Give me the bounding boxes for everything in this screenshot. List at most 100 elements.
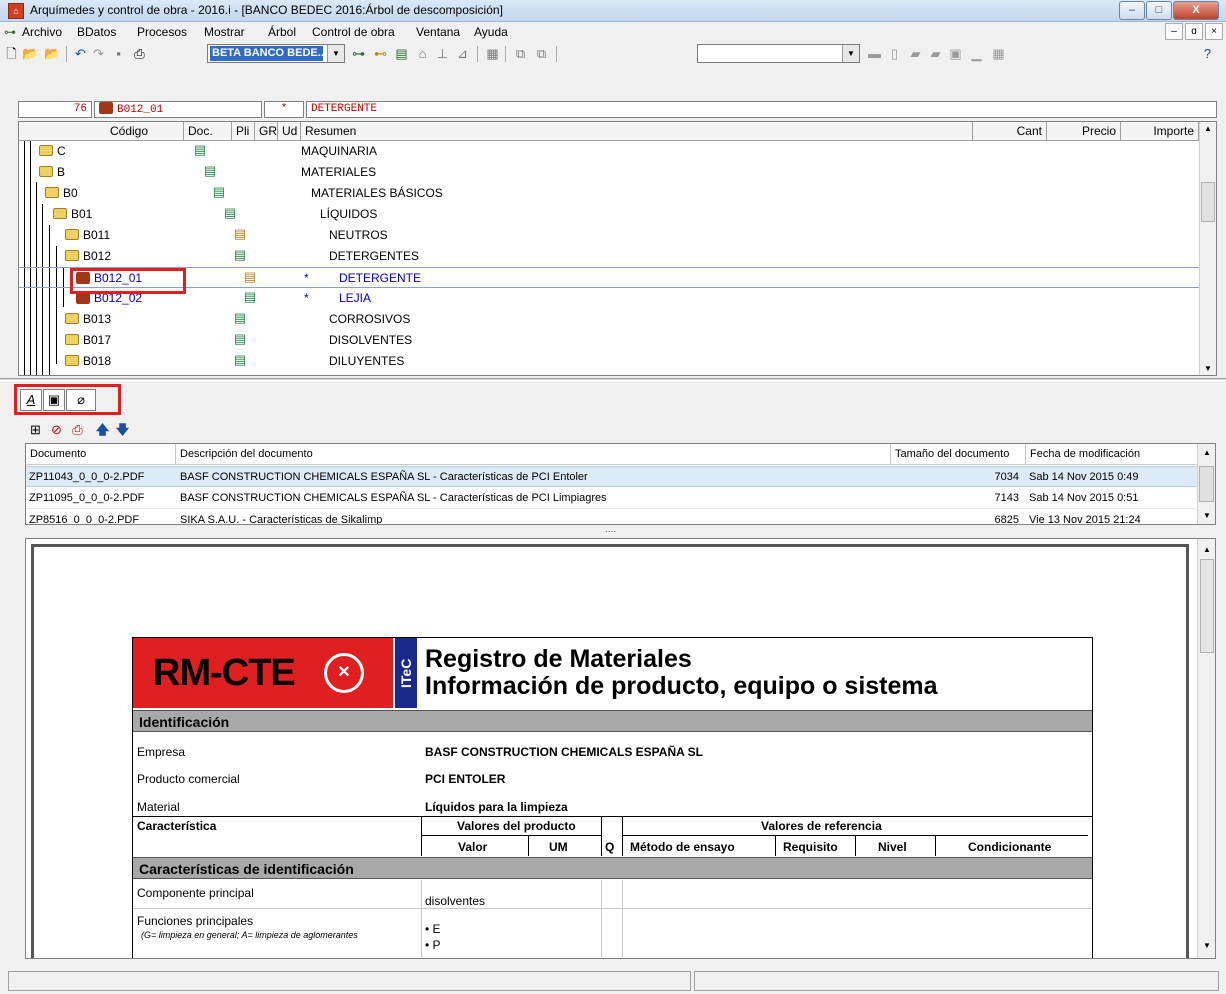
col-documento[interactable]: Documento bbox=[26, 444, 176, 465]
col-resumen[interactable]: Resumen bbox=[301, 122, 973, 141]
tree-row[interactable]: B018 ▤ DILUYENTES bbox=[19, 351, 1199, 372]
document-icon[interactable]: ▤ bbox=[232, 226, 248, 242]
tree-row[interactable]: B017 ▤ DISOLVENTES bbox=[19, 330, 1199, 351]
scroll-thumb[interactable] bbox=[1201, 182, 1215, 222]
document-icon[interactable]: ▤ bbox=[232, 352, 248, 368]
scroll-down-icon[interactable]: ▼ bbox=[1203, 941, 1211, 950]
summary-field[interactable]: DETERGENTE bbox=[306, 101, 1217, 118]
chevron-down-icon[interactable]: ▼ bbox=[842, 45, 859, 62]
splitter-grip[interactable]: .... bbox=[605, 524, 616, 535]
scroll-up-icon[interactable]: ▲ bbox=[1204, 124, 1212, 133]
col-ud[interactable]: Ud bbox=[278, 122, 301, 141]
document-icon[interactable]: ▤ bbox=[211, 184, 227, 200]
menu-ayuda[interactable]: Ayuda bbox=[474, 25, 508, 39]
viewer-scrollbar[interactable]: ▲ ▼ bbox=[1197, 539, 1215, 958]
menu-procesos[interactable]: Procesos bbox=[137, 25, 187, 39]
col-precio[interactable]: Precio bbox=[1047, 122, 1121, 141]
tree-row[interactable]: B013 ▤ CORROSIVOS bbox=[19, 309, 1199, 330]
measure-icon[interactable]: ▬ bbox=[866, 45, 883, 62]
mdi-minimize-button[interactable]: – bbox=[1165, 23, 1183, 40]
tree-move-icon[interactable]: ⊿ bbox=[454, 45, 471, 62]
delete-document-icon[interactable]: ⊘ bbox=[48, 421, 65, 438]
menu-archivo[interactable]: Archivo bbox=[22, 25, 62, 39]
tree-doc-icon[interactable]: ▤ bbox=[393, 45, 410, 62]
col-descripcion[interactable]: Descripción del documento bbox=[176, 444, 891, 465]
document-row[interactable]: ZP11095_0_0_0-2.PDF BASF CONSTRUCTION CH… bbox=[26, 488, 1198, 509]
maximize-button[interactable]: □ bbox=[1146, 1, 1172, 20]
redo-icon[interactable]: ↷ bbox=[90, 45, 107, 62]
col-importe[interactable]: Importe bbox=[1121, 122, 1199, 141]
scroll-thumb[interactable] bbox=[1200, 559, 1214, 653]
menu-arbol[interactable]: Árbol bbox=[268, 25, 296, 39]
help-icon[interactable]: ? bbox=[1199, 45, 1216, 62]
chart-icon[interactable]: ▁ bbox=[968, 45, 985, 62]
col-gr[interactable]: GR bbox=[255, 122, 278, 141]
notes-icon[interactable]: ▰ bbox=[907, 45, 924, 62]
tree-branch-icon[interactable]: ⊥ bbox=[434, 45, 451, 62]
col-doc[interactable]: Doc. bbox=[184, 122, 232, 141]
move-up-icon[interactable]: 🡅 bbox=[94, 421, 111, 438]
col-codigo[interactable]: Código bbox=[19, 122, 184, 141]
tree-folder-icon[interactable]: ⊷ bbox=[372, 45, 389, 62]
tree-row[interactable]: B0 ▤ MATERIALES BÁSICOS bbox=[19, 183, 1199, 204]
open-folder-icon[interactable]: 📂 bbox=[22, 45, 39, 62]
menu-control-obra[interactable]: Control de obra bbox=[312, 25, 395, 39]
copy-icon[interactable]: ⧉ bbox=[512, 45, 529, 62]
tree-scrollbar[interactable]: ▲ ▼ bbox=[1199, 122, 1216, 375]
scroll-up-icon[interactable]: ▲ bbox=[1203, 545, 1211, 554]
move-down-icon[interactable]: 🡇 bbox=[114, 421, 131, 438]
add-document-icon[interactable]: ⊞ bbox=[27, 421, 44, 438]
scroll-up-icon[interactable]: ▲ bbox=[1203, 448, 1211, 457]
col-fecha[interactable]: Fecha de modificación bbox=[1026, 444, 1198, 465]
document-icon[interactable]: ▤ bbox=[222, 205, 238, 221]
document-row-selected[interactable]: ZP11043_0_0_0-2.PDF BASF CONSTRUCTION CH… bbox=[26, 466, 1198, 487]
tree-row[interactable]: B01 ▤ LÍQUIDOS bbox=[19, 204, 1199, 225]
document-icon[interactable]: ▤ bbox=[232, 247, 248, 263]
tree-row[interactable]: C ▤ MAQUINARIA bbox=[19, 141, 1199, 162]
document-icon[interactable]: ▤ bbox=[202, 163, 218, 179]
close-button[interactable]: X bbox=[1173, 1, 1219, 20]
tree-row[interactable]: B012_02 ▤ * LEJIA bbox=[19, 288, 1199, 309]
scroll-down-icon[interactable]: ▼ bbox=[1203, 511, 1211, 520]
certify-icon[interactable]: ▰ bbox=[927, 45, 944, 62]
mdi-restore-button[interactable]: ɑ bbox=[1185, 23, 1203, 40]
menu-ventana[interactable]: Ventana bbox=[416, 25, 460, 39]
document-icon[interactable]: ▤ bbox=[242, 289, 258, 305]
tree-add-icon[interactable]: ⊶ bbox=[350, 45, 367, 62]
search-combo[interactable]: ▼ bbox=[697, 44, 860, 63]
doclist-scrollbar[interactable]: ▲ ▼ bbox=[1197, 444, 1215, 524]
tree-edit-icon[interactable]: ⌂ bbox=[414, 45, 431, 62]
code-field[interactable]: B012_01 bbox=[94, 101, 262, 118]
open-recent-icon[interactable]: 📂 bbox=[44, 45, 61, 62]
chevron-down-icon[interactable]: ▼ bbox=[327, 45, 344, 62]
menu-bdatos[interactable]: BDatos bbox=[77, 25, 116, 39]
scroll-thumb[interactable] bbox=[1199, 466, 1214, 502]
document-icon[interactable]: ▤ bbox=[232, 331, 248, 347]
tab-attachments[interactable]: ⌀ bbox=[66, 389, 96, 411]
count-field[interactable]: 76 bbox=[18, 101, 92, 118]
paste-icon[interactable]: ⧉ bbox=[533, 45, 550, 62]
tab-image[interactable]: ▣ bbox=[43, 389, 65, 411]
col-tamano[interactable]: Tamaño del documento bbox=[891, 444, 1026, 465]
bank-combo[interactable]: BETA BANCO BEDE... ▼ bbox=[207, 44, 345, 63]
mdi-close-button[interactable]: × bbox=[1205, 23, 1223, 40]
print-document-icon[interactable]: ⎙ bbox=[69, 421, 86, 438]
new-file-icon[interactable]: 🗋 bbox=[3, 45, 20, 62]
table-icon[interactable]: ▦ bbox=[484, 45, 501, 62]
tree-row[interactable]: B ▤ MATERIALES bbox=[19, 162, 1199, 183]
undo-icon[interactable]: ↶ bbox=[72, 45, 89, 62]
document-icon[interactable]: ▤ bbox=[242, 269, 258, 285]
doc-tree-icon[interactable]: ⊶ bbox=[4, 25, 18, 39]
tree-row[interactable]: B012 ▤ DETERGENTES bbox=[19, 246, 1199, 267]
lock-icon[interactable]: ▯ bbox=[886, 45, 903, 62]
splitter[interactable] bbox=[0, 378, 1226, 381]
tree-row-selected[interactable]: B012_01 ▤ * DETERGENTE bbox=[19, 267, 1199, 288]
tab-text[interactable]: A bbox=[20, 389, 42, 411]
cost-icon[interactable]: ▣ bbox=[947, 45, 964, 62]
document-row[interactable]: ZP8516_0_0_0-2.PDF SIKA S.A.U. - Caracte… bbox=[26, 510, 1198, 524]
col-cant[interactable]: Cant bbox=[973, 122, 1047, 141]
star-field[interactable]: * bbox=[264, 101, 304, 118]
document-icon[interactable]: ▤ bbox=[232, 310, 248, 326]
grid-icon[interactable]: ▦ bbox=[990, 45, 1007, 62]
menu-mostrar[interactable]: Mostrar bbox=[204, 25, 245, 39]
